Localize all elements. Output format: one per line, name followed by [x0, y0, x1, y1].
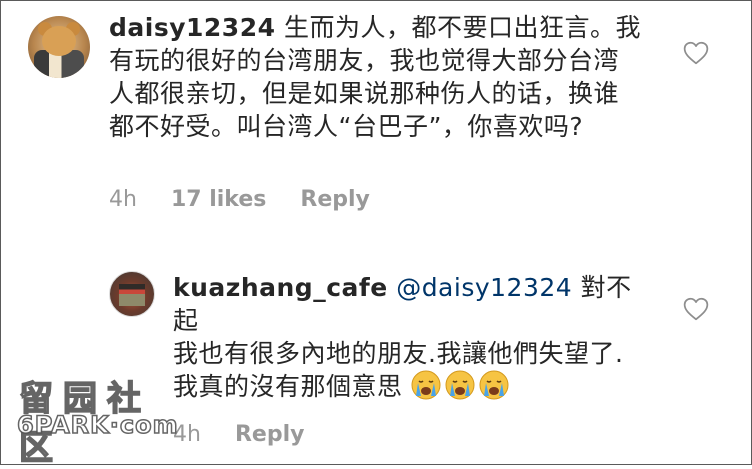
reply-button[interactable]: Reply [235, 422, 305, 447]
comment-text: 我也有很多內地的朋友.我讓他們失望了.我真的沒有那個意思 [173, 339, 624, 401]
crying-face-icon [479, 370, 509, 400]
watermark-text: 留园社区 [18, 378, 151, 469]
avatar[interactable] [109, 271, 155, 317]
heart-outline-icon[interactable] [683, 297, 709, 321]
avatar[interactable] [28, 16, 90, 78]
heart-outline-icon[interactable] [683, 41, 709, 65]
comment-thread: daisy12324 生而为人，都不要口出狂言。我有玩的很好的台湾朋友，我也觉得… [0, 0, 752, 469]
crying-face-icon [445, 370, 475, 400]
comment-timestamp: 4h [109, 187, 137, 212]
comment-username[interactable]: daisy12324 [109, 13, 276, 42]
reply-button[interactable]: Reply [300, 187, 370, 212]
mention-link[interactable]: @daisy12324 [396, 273, 572, 302]
comment-body: daisy12324 生而为人，都不要口出狂言。我有玩的很好的台湾朋友，我也觉得… [109, 11, 644, 143]
reply-body: kuazhang_cafe @daisy12324 對不起 我也有很多內地的朋友… [173, 271, 648, 403]
avatar-photo [119, 284, 145, 306]
comment-username[interactable]: kuazhang_cafe [173, 273, 388, 302]
comment-meta: 4h 17 likes Reply [109, 187, 370, 212]
comment-meta: 4h Reply [173, 422, 304, 447]
watermark-url: 6PARK·com [16, 410, 179, 440]
comment-timestamp: 4h [173, 422, 201, 447]
likes-count-button[interactable]: 17 likes [171, 187, 266, 212]
watermark: 留园社区 6PARK·com [15, 371, 190, 469]
avatar-bear-face [42, 26, 76, 56]
crying-face-icon [411, 370, 441, 400]
